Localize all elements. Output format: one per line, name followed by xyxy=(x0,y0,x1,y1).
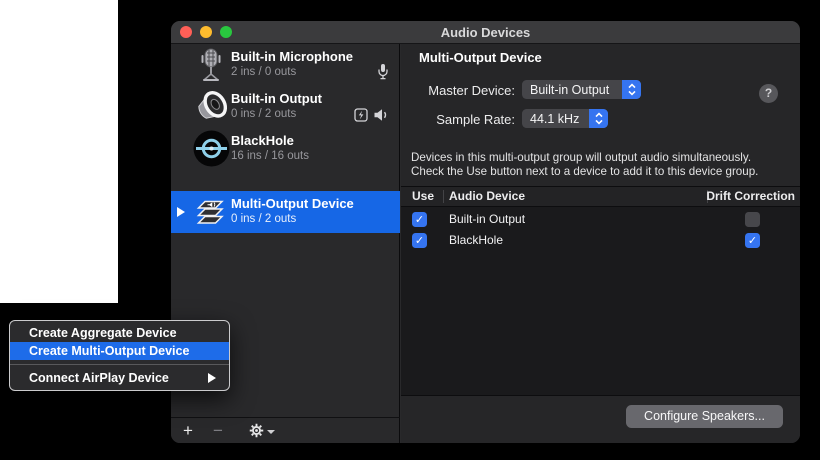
sidebar-item-blackhole[interactable]: BlackHole 16 ins / 16 outs xyxy=(171,128,400,168)
device-channels: 16 ins / 16 outs xyxy=(231,149,309,164)
device-name: Multi-Output Device xyxy=(231,195,354,212)
device-name: Built-in Microphone xyxy=(231,48,353,65)
popup-chevrons-icon xyxy=(622,80,641,99)
menu-separator xyxy=(10,364,229,365)
window-title: Audio Devices xyxy=(171,25,800,40)
context-menu: Create Aggregate Device Create Multi-Out… xyxy=(9,320,230,391)
white-backdrop xyxy=(0,0,118,303)
pane-title: Multi-Output Device xyxy=(419,50,542,65)
submenu-arrow-icon xyxy=(208,373,216,383)
use-checkbox[interactable]: ✓ xyxy=(412,233,427,248)
sample-rate-label: Sample Rate: xyxy=(401,112,515,127)
master-device-label: Master Device: xyxy=(401,83,515,98)
chevron-down-icon xyxy=(267,430,275,434)
sidebar-item-built-in-microphone[interactable]: Built-in Microphone 2 ins / 0 outs xyxy=(171,44,400,86)
column-drift-correction[interactable]: Drift Correction xyxy=(706,187,795,206)
remove-device-button[interactable]: − xyxy=(205,418,231,444)
device-channels: 0 ins / 2 outs xyxy=(231,212,354,227)
disclosure-triangle-icon[interactable] xyxy=(177,207,185,217)
sidebar-item-built-in-output[interactable]: Built-in Output 0 ins / 2 outs xyxy=(171,86,400,128)
microphone-icon xyxy=(192,46,230,84)
device-channels: 0 ins / 2 outs xyxy=(231,107,322,122)
menu-item-label: Connect AirPlay Device xyxy=(29,371,169,385)
detail-pane: Multi-Output Device ? Master Device: Bui… xyxy=(401,44,800,443)
default-input-mic-icon xyxy=(377,63,389,80)
device-name: BlackHole xyxy=(231,132,309,149)
multi-output-icon xyxy=(192,193,230,231)
alert-output-icon xyxy=(354,108,368,122)
blackhole-icon xyxy=(192,129,230,167)
table-device-name: BlackHole xyxy=(449,230,503,251)
default-output-icon xyxy=(373,108,389,122)
add-device-button[interactable]: + xyxy=(171,418,205,444)
sidebar-item-multi-output-device[interactable]: Multi-Output Device 0 ins / 2 outs xyxy=(171,191,400,233)
drift-checkbox[interactable] xyxy=(745,212,760,227)
use-checkbox[interactable]: ✓ xyxy=(412,212,427,227)
table-row: ✓ Built-in Output xyxy=(401,209,800,230)
speaker-icon xyxy=(192,88,230,126)
help-button[interactable]: ? xyxy=(759,84,778,103)
titlebar: Audio Devices xyxy=(171,21,800,44)
menu-item-connect-airplay-device[interactable]: Connect AirPlay Device xyxy=(10,369,229,387)
table-row: ✓ BlackHole ✓ xyxy=(401,230,800,251)
gear-menu-button[interactable] xyxy=(249,423,275,438)
table-device-name: Built-in Output xyxy=(449,209,525,230)
popup-chevrons-icon xyxy=(589,109,608,128)
gear-icon xyxy=(249,423,264,438)
sample-rate-value: 44.1 kHz xyxy=(522,112,589,126)
device-channels: 2 ins / 0 outs xyxy=(231,65,353,80)
description-text: Devices in this multi-output group will … xyxy=(411,151,795,178)
sidebar-toolbar: + − xyxy=(171,417,400,443)
master-device-select[interactable]: Built-in Output xyxy=(522,80,641,99)
column-divider xyxy=(443,190,444,203)
menu-item-create-aggregate-device[interactable]: Create Aggregate Device xyxy=(10,324,229,342)
pane-footer: Configure Speakers... xyxy=(401,395,800,443)
table-header: Use Audio Device Drift Correction xyxy=(401,186,800,207)
device-name: Built-in Output xyxy=(231,90,322,107)
column-use[interactable]: Use xyxy=(412,187,434,206)
master-device-value: Built-in Output xyxy=(522,83,622,97)
sample-rate-select[interactable]: 44.1 kHz xyxy=(522,109,608,128)
audio-devices-window: Audio Devices Built-in Microphone 2 ins … xyxy=(171,21,800,443)
device-table: ✓ Built-in Output ✓ BlackHole ✓ xyxy=(401,207,800,395)
menu-item-create-multi-output-device[interactable]: Create Multi-Output Device xyxy=(10,342,229,360)
column-audio-device[interactable]: Audio Device xyxy=(449,187,525,206)
drift-checkbox[interactable]: ✓ xyxy=(745,233,760,248)
configure-speakers-button[interactable]: Configure Speakers... xyxy=(626,405,783,428)
